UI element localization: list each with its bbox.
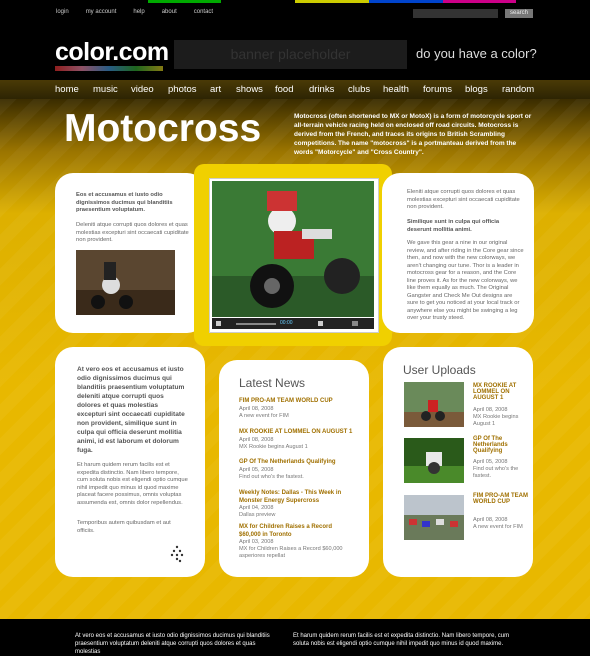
upload-date: April 08, 2008 <box>473 517 508 523</box>
logo[interactable]: color.com <box>55 38 169 67</box>
news-title[interactable]: GP Of The Netherlands Qualifying <box>239 459 354 465</box>
nav-art[interactable]: art <box>210 84 221 95</box>
nav-blogs[interactable]: blogs <box>465 84 488 95</box>
nav-forums[interactable]: forums <box>423 84 452 95</box>
login-link[interactable]: login <box>56 9 69 15</box>
video-image[interactable] <box>212 181 374 317</box>
upload-date: April 05, 2008 <box>473 459 508 465</box>
nav-drinks[interactable]: drinks <box>309 84 334 95</box>
color-strip <box>0 0 590 3</box>
nav-random[interactable]: random <box>502 84 534 95</box>
news-heading: Latest News <box>239 376 306 390</box>
news-title[interactable]: Weekly Notes: Dallas - This Week in Mons… <box>239 489 354 505</box>
dots-icon <box>170 545 184 563</box>
contact-link[interactable]: contact <box>194 9 213 15</box>
news-date: April 08, 2008 <box>239 406 274 412</box>
upload-thumb[interactable] <box>404 495 464 540</box>
news-desc: A new event for FIM <box>239 413 289 419</box>
nav-photos[interactable]: photos <box>168 84 197 95</box>
nav-home[interactable]: home <box>55 84 79 95</box>
news-desc: MX for Children Raises a Record $60,000 … <box>239 546 343 559</box>
upload-title[interactable]: MX ROOKIE AT LOMMEL ON AUGUST 1 <box>473 383 528 401</box>
news-desc: Find out who's the fastest. <box>239 474 304 480</box>
banner-placeholder[interactable]: banner placeholder <box>174 40 407 69</box>
help-link[interactable]: help <box>133 9 144 15</box>
nav-health[interactable]: health <box>383 84 409 95</box>
news-date: April 03, 2008 <box>239 539 274 545</box>
search-button[interactable]: search <box>505 9 533 18</box>
left-card-text: Deleniti atque corrupti quos dolores et … <box>76 222 189 243</box>
right-card-p2: We gave this gear a nine in our original… <box>407 240 524 321</box>
fullscreen-icon[interactable] <box>352 321 358 326</box>
header: login my account help about contact sear… <box>0 0 590 80</box>
my-account-link[interactable]: my account <box>86 9 117 15</box>
nav-music[interactable]: music <box>93 84 118 95</box>
upload-desc: A new event for FIM <box>473 524 523 530</box>
news-title[interactable]: MX ROOKIE AT LOMMEL ON AUGUST 1 <box>239 429 354 435</box>
main-nav: home music video photos art shows food d… <box>0 80 590 99</box>
right-card-bold: Similique sunt in culpa qui officia dese… <box>407 219 500 233</box>
news-desc: MX Rookie begins August 1 <box>239 444 308 450</box>
time-display: 00:00 <box>280 320 293 326</box>
text-card-p1: Et harum quidem rerum facilis est et exp… <box>77 462 188 506</box>
news-desc: Dallas preview <box>239 512 276 518</box>
news-title[interactable]: FIM PRO-AM TEAM WORLD CUP <box>239 398 354 404</box>
about-link[interactable]: about <box>162 9 177 15</box>
upload-title[interactable]: GP Of The Netherlands Qualifying <box>473 436 528 454</box>
motocross-thumb <box>76 250 175 315</box>
nav-video[interactable]: video <box>131 84 154 95</box>
nav-clubs[interactable]: clubs <box>348 84 370 95</box>
volume-icon[interactable] <box>318 321 323 326</box>
text-card-bold: At vero eos et accusamus et iusto odio d… <box>77 366 185 454</box>
seek-bar[interactable] <box>236 323 276 325</box>
upload-desc: Find out who's the fastest. <box>473 466 519 479</box>
uploads-heading: User Uploads <box>403 363 476 377</box>
upload-thumb[interactable] <box>404 438 464 483</box>
nav-shows[interactable]: shows <box>236 84 263 95</box>
page-title: Motocross <box>64 107 262 150</box>
nav-food[interactable]: food <box>275 84 294 95</box>
news-date: April 04, 2008 <box>239 505 274 511</box>
upload-title[interactable]: FIM PRO-AM TEAM WORLD CUP <box>473 493 528 505</box>
top-links: login my account help about contact <box>56 9 230 15</box>
upload-thumb[interactable] <box>404 382 464 427</box>
search-input[interactable] <box>413 9 498 18</box>
play-icon[interactable] <box>216 321 221 326</box>
logo-reflection <box>55 66 163 71</box>
upload-date: April 08, 2008 <box>473 407 508 413</box>
intro-text: Motocross (often shortened to MX or Moto… <box>294 113 532 156</box>
footer-col2: Et harum quidem rerum facilis est et exp… <box>293 633 510 647</box>
news-title[interactable]: MX for Children Raises a Record $60,000 … <box>239 523 354 539</box>
footer-col1: At vero eos et accusamus et iusto odio d… <box>75 633 270 655</box>
right-card-p1: Eleniti atque corrupti quos dolores et q… <box>407 189 520 210</box>
upload-desc: MX Rookie begins August 1 <box>473 414 519 427</box>
news-date: April 05, 2008 <box>239 467 274 473</box>
news-date: April 08, 2008 <box>239 437 274 443</box>
left-card-bold: Eos et accusamus et iusto odio dignissim… <box>76 192 173 213</box>
tagline: do you have a color? <box>416 46 537 61</box>
text-card-p2: Temporibus autem quibusdam et aut offici… <box>77 520 171 534</box>
